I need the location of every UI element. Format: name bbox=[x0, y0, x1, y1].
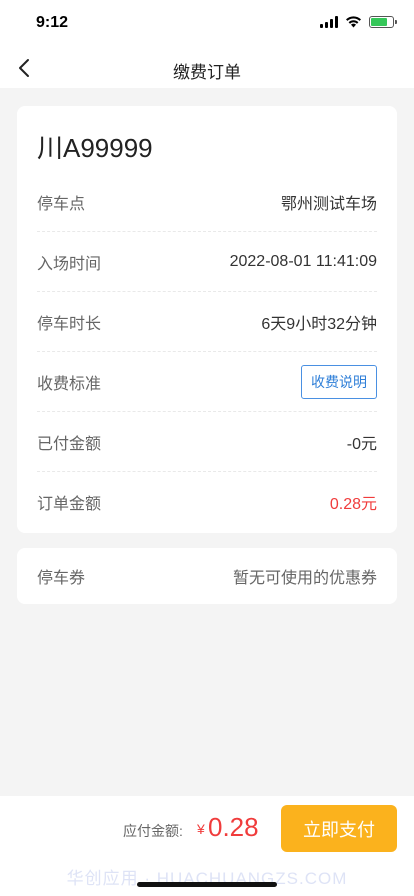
payment-bar: 应付金额: ¥ 0.28 立即支付 华创应用 · HUACHUANGZS.COM bbox=[0, 796, 414, 896]
duration-value: 6天9小时32分钟 bbox=[261, 315, 377, 333]
currency-symbol: ¥ bbox=[197, 821, 205, 837]
fee-explanation-button[interactable]: 收费说明 bbox=[301, 364, 377, 399]
battery-icon bbox=[369, 16, 397, 28]
row-label: 已付金额 bbox=[37, 435, 102, 453]
order-amount-value: 0.28元 bbox=[329, 496, 377, 513]
nav-bar: 缴费订单 bbox=[0, 48, 414, 88]
battery-fill bbox=[371, 18, 387, 26]
payable-label: 应付金额: bbox=[123, 823, 183, 839]
row-label: 停车时长 bbox=[37, 315, 102, 333]
status-time: 9:12 bbox=[36, 14, 69, 31]
row-label: 收费标准 bbox=[37, 375, 102, 393]
coupon-label: 停车券 bbox=[37, 570, 86, 587]
pay-now-button[interactable]: 立即支付 bbox=[281, 805, 397, 852]
coupon-value: 暂无可使用的优惠券 bbox=[232, 570, 377, 587]
row-fee-standard: 收费标准 收费说明 bbox=[37, 352, 377, 412]
status-bar: 9:12 bbox=[0, 0, 414, 48]
row-duration: 停车时长 6天9小时32分钟 bbox=[37, 292, 377, 352]
row-order-amount: 订单金额 0.28元 bbox=[37, 472, 377, 532]
row-coupon: 停车券 暂无可使用的优惠券 bbox=[37, 548, 377, 604]
payable-amount: 0.28 bbox=[208, 812, 259, 842]
row-label: 停车点 bbox=[37, 195, 86, 213]
cellular-signal-icon bbox=[320, 16, 338, 28]
status-icons bbox=[320, 16, 397, 28]
row-entry-time: 入场时间 2022-08-01 11:41:09 bbox=[37, 232, 377, 292]
row-label: 订单金额 bbox=[37, 496, 102, 513]
entry-time-value: 2022-08-01 11:41:09 bbox=[229, 252, 377, 270]
coupon-card[interactable]: 停车券 暂无可使用的优惠券 bbox=[17, 548, 397, 604]
order-card: 川A99999 停车点 鄂州测试车场 入场时间 2022-08-01 11:41… bbox=[17, 106, 397, 533]
page-title: 缴费订单 bbox=[173, 63, 241, 82]
home-indicator bbox=[137, 882, 277, 887]
paid-amount-value: -0元 bbox=[346, 435, 377, 453]
row-label: 入场时间 bbox=[37, 255, 102, 273]
license-plate: 川A99999 bbox=[37, 133, 153, 163]
row-parking-lot: 停车点 鄂州测试车场 bbox=[37, 172, 377, 232]
parking-lot-value: 鄂州测试车场 bbox=[280, 195, 377, 213]
row-paid-amount: 已付金额 -0元 bbox=[37, 412, 377, 472]
wifi-icon bbox=[346, 16, 361, 28]
